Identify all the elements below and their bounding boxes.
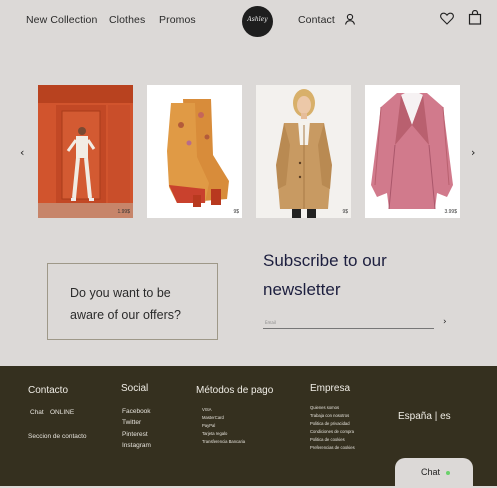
newsletter-submit-button[interactable]: › <box>443 317 447 327</box>
newsletter-title: Subscribe to our newsletter <box>263 246 387 304</box>
carousel-next-button[interactable]: › <box>471 146 475 159</box>
heart-icon[interactable] <box>440 12 454 25</box>
footer-empresa-cookie-prefs[interactable]: Preferencias de cookies <box>310 445 355 450</box>
product-price: 3.99$ <box>444 209 457 215</box>
footer-empresa-privacy[interactable]: Politica de privacidad <box>310 421 350 426</box>
product-price: 9$ <box>342 209 348 215</box>
footer-payment-mastercard: MasterCard <box>202 415 224 420</box>
email-input[interactable]: Email <box>265 320 276 325</box>
footer-payment-transfer: Transferencia Bancaria <box>202 439 246 444</box>
nav-contact[interactable]: Contact <box>298 14 335 26</box>
chat-button[interactable]: Chat <box>395 458 473 488</box>
product-image-man-outfit <box>38 85 133 218</box>
brand-logo[interactable]: Ashley <box>242 6 273 37</box>
product-price: 9$ <box>233 209 239 215</box>
footer-social-twitter[interactable]: Twitter <box>122 419 141 426</box>
nav-new-collection[interactable]: New Collection <box>26 14 97 26</box>
footer-social-pinterest[interactable]: Pinterest <box>122 431 148 438</box>
footer-payment-visa: VISA <box>202 407 212 412</box>
footer-payment-paypal: PayPal <box>202 423 216 428</box>
footer-contact-section-link[interactable]: Seccion de contacto <box>28 433 87 440</box>
footer-payment-gift-card: Tarjeta regalo <box>202 431 228 436</box>
footer-empresa-jobs[interactable]: Trabaja con nosotros <box>310 413 349 418</box>
product-image-boots <box>147 85 242 218</box>
top-navigation: New Collection Clothes Promos Ashley Con… <box>0 0 497 44</box>
region-language-selector[interactable]: España | es <box>398 411 451 422</box>
offers-line-2: aware of our offers? <box>70 308 181 322</box>
shopping-bag-icon[interactable] <box>468 10 482 25</box>
chat-button-label: Chat <box>421 467 441 477</box>
product-card-1[interactable]: 1.99$ <box>38 85 133 218</box>
product-image-camel-coat <box>256 85 351 218</box>
nav-promos[interactable]: Promos <box>159 14 196 26</box>
footer-empresa-title: Empresa <box>310 383 351 394</box>
footer-payment-title: Métodos de pago <box>196 385 274 396</box>
footer-empresa-about[interactable]: Quienes somos <box>310 405 339 410</box>
newsletter-title-line-2: newsletter <box>263 280 341 299</box>
footer-empresa-cookies[interactable]: Politica de cookies <box>310 437 345 442</box>
product-card-4[interactable]: 3.99$ <box>365 85 460 218</box>
footer-empresa-terms[interactable]: Condiciones de compra <box>310 429 354 434</box>
footer-chat-link[interactable]: Chat <box>30 409 44 416</box>
offers-line-1: Do you want to be <box>70 286 171 300</box>
offers-box: Do you want to be aware of our offers? <box>47 263 218 340</box>
email-input-underline <box>263 328 434 329</box>
footer-social-title: Social <box>121 383 149 394</box>
footer-online-status: ONLINE <box>50 409 75 416</box>
product-price: 1.99$ <box>117 209 130 215</box>
product-image-pink-blazer <box>365 85 460 218</box>
nav-clothes[interactable]: Clothes <box>109 14 145 26</box>
footer-social-facebook[interactable]: Facebook <box>122 408 151 415</box>
footer-contacto-title: Contacto <box>28 385 69 396</box>
user-icon[interactable] <box>344 13 356 25</box>
offers-text: Do you want to be aware of our offers? <box>70 282 181 326</box>
online-dot-icon <box>446 471 450 475</box>
product-card-3[interactable]: 9$ <box>256 85 351 218</box>
footer-social-instagram[interactable]: Instagram <box>122 442 151 449</box>
newsletter-title-line-1: Subscribe to our <box>263 251 387 270</box>
carousel-prev-button[interactable]: ‹ <box>20 146 24 159</box>
product-card-2[interactable]: 9$ <box>147 85 242 218</box>
logo-text: Ashley <box>247 16 268 23</box>
